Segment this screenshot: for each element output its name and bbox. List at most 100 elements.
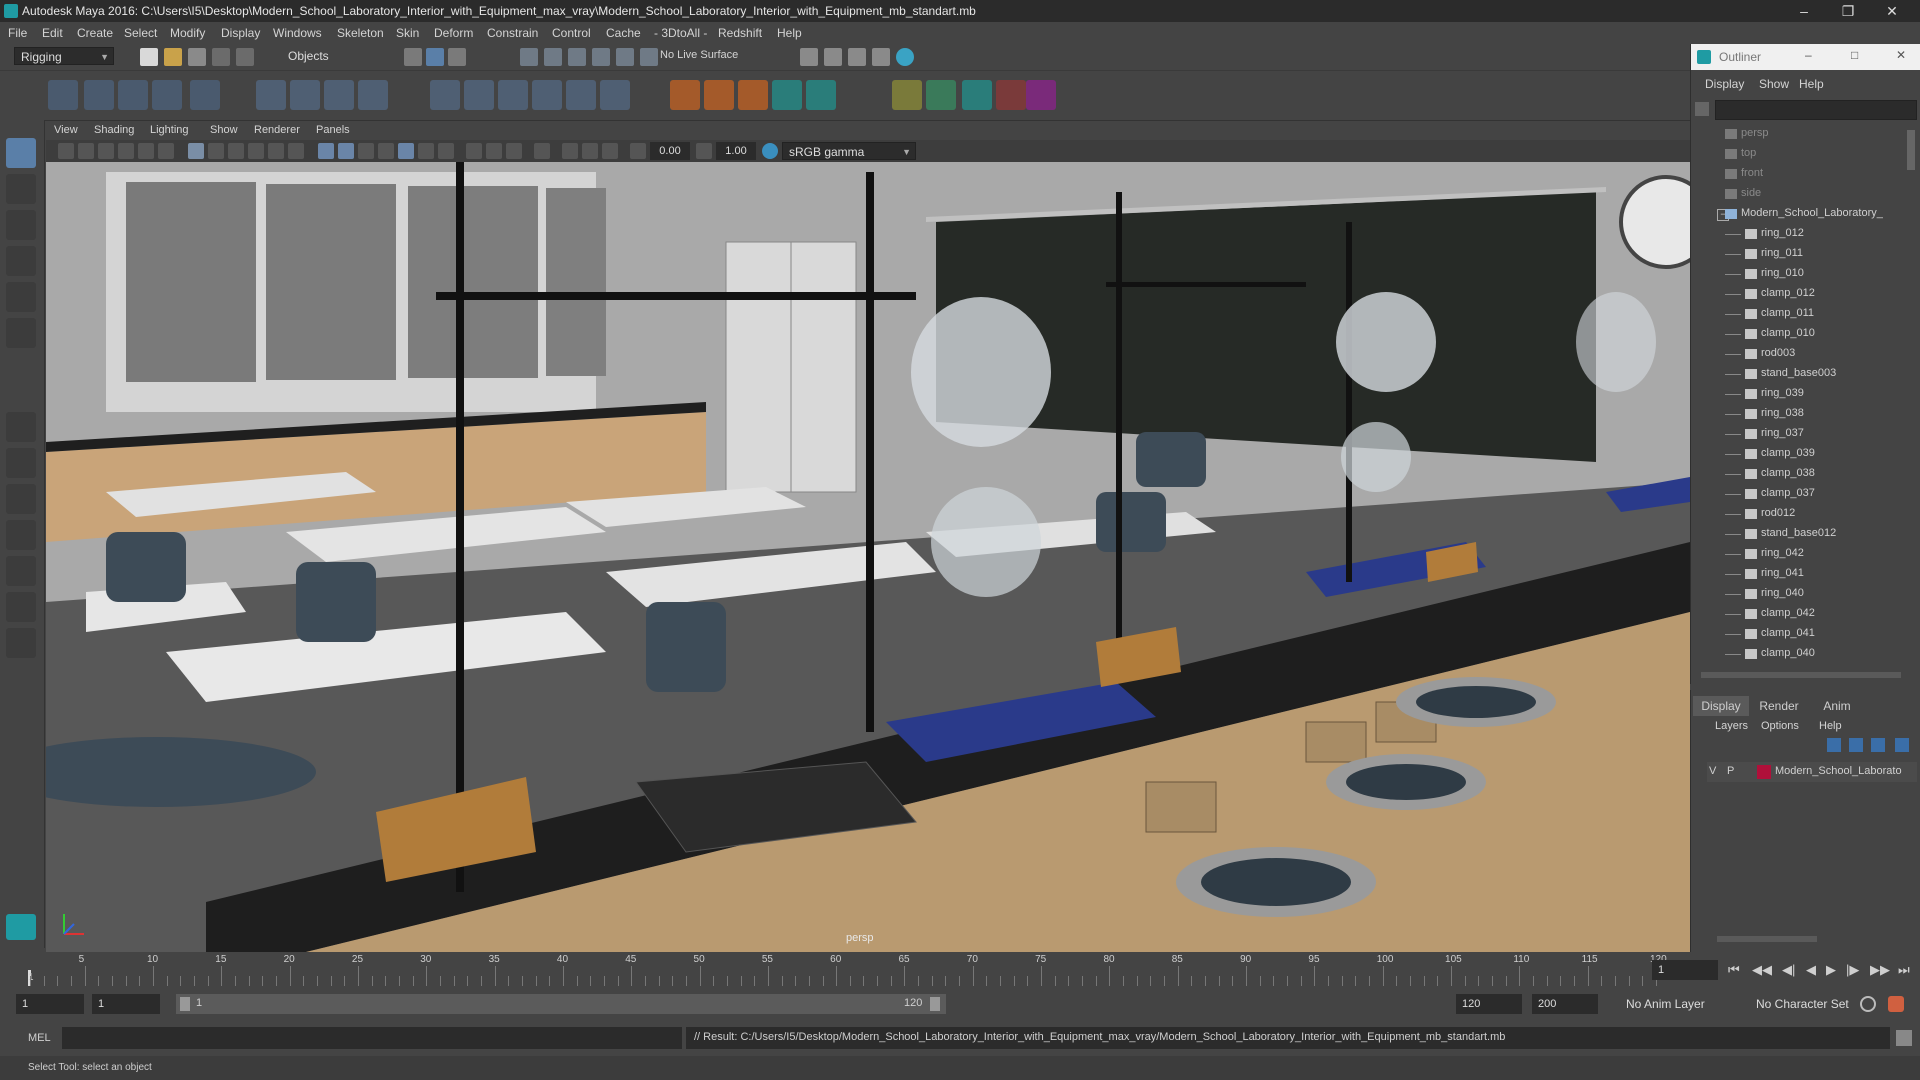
- outliner-close-icon[interactable]: ✕: [1896, 48, 1906, 62]
- insert-joint-icon[interactable]: [152, 80, 182, 110]
- smooth-shade-icon[interactable]: [318, 143, 334, 159]
- step-back-frame-icon[interactable]: ◀|: [1782, 962, 1795, 978]
- menu-cache[interactable]: Cache: [606, 26, 641, 40]
- cluster-icon[interactable]: [290, 80, 320, 110]
- layer-playback-toggle[interactable]: P: [1727, 765, 1734, 777]
- outliner-minimize-icon[interactable]: –: [1805, 48, 1812, 62]
- play-forwards-icon[interactable]: ▶: [1826, 962, 1836, 978]
- isolate-select-icon[interactable]: [534, 143, 550, 159]
- outliner-item[interactable]: clamp_011: [1691, 304, 1911, 324]
- locator-icon[interactable]: [670, 80, 700, 110]
- menu-deform[interactable]: Deform: [434, 26, 473, 40]
- menu-edit[interactable]: Edit: [42, 26, 63, 40]
- outliner-maximize-icon[interactable]: □: [1851, 48, 1858, 62]
- save-scene-icon[interactable]: [188, 48, 206, 66]
- four-view-icon[interactable]: [6, 448, 36, 478]
- range-slider[interactable]: 1 120: [176, 994, 946, 1014]
- pole-vector-icon[interactable]: [600, 80, 630, 110]
- character-controls-icon[interactable]: [962, 80, 992, 110]
- select-component-icon[interactable]: [448, 48, 466, 66]
- layer-visibility-toggle[interactable]: V: [1709, 765, 1716, 777]
- range-end-handle[interactable]: [930, 997, 940, 1011]
- menu-skin[interactable]: Skin: [396, 26, 419, 40]
- outliner-item[interactable]: ring_041: [1691, 564, 1911, 584]
- grid-icon[interactable]: [188, 143, 204, 159]
- new-layer-icon[interactable]: [1871, 738, 1885, 752]
- move-layer-down-icon[interactable]: [1849, 738, 1863, 752]
- script-editor-icon[interactable]: [1896, 1030, 1912, 1046]
- xray-joints-icon[interactable]: [582, 143, 598, 159]
- select-hierarchy-icon[interactable]: [404, 48, 422, 66]
- layer-row[interactable]: V P Modern_School_Laborato: [1707, 762, 1917, 782]
- more-layouts-icon[interactable]: [6, 628, 36, 658]
- outliner-item[interactable]: ring_011: [1691, 244, 1911, 264]
- menu-constrain[interactable]: Constrain: [487, 26, 538, 40]
- hypershade-icon[interactable]: [896, 48, 914, 66]
- depth-of-field-icon[interactable]: [486, 143, 502, 159]
- bookmark-icon[interactable]: [98, 143, 114, 159]
- tab-render[interactable]: Render: [1751, 696, 1807, 716]
- filter-icon[interactable]: [1695, 102, 1709, 116]
- animation-start-field[interactable]: 1: [16, 994, 84, 1014]
- step-forward-frame-icon[interactable]: |▶: [1846, 962, 1859, 978]
- hik-icon[interactable]: [926, 80, 956, 110]
- panel-menu-lighting[interactable]: Lighting: [150, 124, 189, 136]
- ambient-occlusion-icon[interactable]: [418, 143, 434, 159]
- outliner-item[interactable]: clamp_041: [1691, 624, 1911, 644]
- open-scene-icon[interactable]: [164, 48, 182, 66]
- time-ruler[interactable]: 1 51015202530354045505560657075808590951…: [28, 952, 1667, 986]
- outliner-menu-help[interactable]: Help: [1799, 77, 1824, 91]
- menu-redshift[interactable]: Redshift: [718, 26, 762, 40]
- safe-action-icon[interactable]: [228, 143, 244, 159]
- point-constraint-icon[interactable]: [430, 80, 460, 110]
- perspective-viewport[interactable]: persp: [46, 162, 1690, 952]
- animation-end-field[interactable]: 200: [1532, 994, 1598, 1014]
- menu-create[interactable]: Create: [77, 26, 113, 40]
- minimize-icon[interactable]: –: [1784, 2, 1824, 20]
- shadows-icon[interactable]: [398, 143, 414, 159]
- render-frame-icon[interactable]: [824, 48, 842, 66]
- outliner-item[interactable]: ring_010: [1691, 264, 1911, 284]
- image-plane-icon[interactable]: [118, 143, 134, 159]
- layer-color-swatch[interactable]: [1757, 765, 1771, 779]
- script-language-toggle[interactable]: MEL: [28, 1032, 51, 1044]
- layers-menu-layers[interactable]: Layers: [1715, 720, 1748, 732]
- outliner-item[interactable]: clamp_040: [1691, 644, 1911, 664]
- orient-constraint-icon[interactable]: [498, 80, 528, 110]
- playback-start-field[interactable]: 1: [92, 994, 160, 1014]
- persp-outliner-icon[interactable]: [6, 556, 36, 586]
- textured-icon[interactable]: [358, 143, 374, 159]
- auto-key-icon[interactable]: [1860, 996, 1876, 1012]
- snap-curve-icon[interactable]: [544, 48, 562, 66]
- anim-layer-dropdown[interactable]: No Anim Layer: [1620, 995, 1738, 1013]
- persp-graph-icon[interactable]: [6, 520, 36, 550]
- skin-bind-icon[interactable]: [772, 80, 802, 110]
- outliner-item[interactable]: side: [1691, 184, 1911, 204]
- exposure-field[interactable]: 0.00: [650, 142, 690, 160]
- safe-title-icon[interactable]: [248, 143, 264, 159]
- ik-handle-icon[interactable]: [84, 80, 114, 110]
- menu-control[interactable]: Control: [552, 26, 591, 40]
- outliner-item[interactable]: stand_base012: [1691, 524, 1911, 544]
- outliner-item[interactable]: ring_039: [1691, 384, 1911, 404]
- outliner-item[interactable]: rod012: [1691, 504, 1911, 524]
- redo-icon[interactable]: [236, 48, 254, 66]
- lasso-tool-icon[interactable]: [6, 174, 36, 204]
- move-tool-icon[interactable]: [6, 246, 36, 276]
- outliner-item[interactable]: clamp_010: [1691, 324, 1911, 344]
- scale-tool-icon[interactable]: [6, 318, 36, 348]
- gamma-icon[interactable]: [696, 143, 712, 159]
- character-set-dropdown[interactable]: No Character Set: [1750, 995, 1868, 1013]
- outliner-item[interactable]: clamp_037: [1691, 484, 1911, 504]
- menu-file[interactable]: File: [8, 26, 27, 40]
- select-tool-icon[interactable]: [6, 138, 36, 168]
- step-forward-key-icon[interactable]: ▶▶: [1870, 962, 1890, 978]
- paint-weights-icon[interactable]: [892, 80, 922, 110]
- xray-components-icon[interactable]: [602, 143, 618, 159]
- joint-tool-icon[interactable]: [48, 80, 78, 110]
- outliner-item[interactable]: rod003: [1691, 344, 1911, 364]
- panel-menu-show[interactable]: Show: [210, 124, 238, 136]
- layout-icon[interactable]: [6, 592, 36, 622]
- go-to-start-icon[interactable]: ⏮: [1728, 962, 1740, 978]
- outliner-item[interactable]: clamp_038: [1691, 464, 1911, 484]
